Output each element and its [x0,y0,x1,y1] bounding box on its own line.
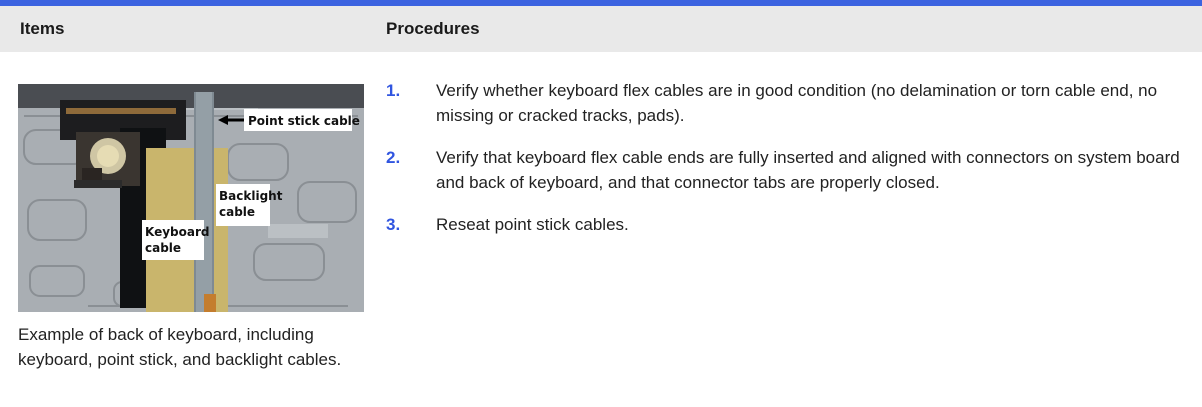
procedures-column-header: Procedures [386,19,480,38]
keyboard-back-photo: Point stick cable Backlight cable Keyboa… [18,84,364,312]
step-text: Verify that keyboard flex cable ends are… [436,148,1180,192]
image-caption: Example of back of keyboard, including k… [18,325,342,369]
procedure-step: 3. Reseat point stick cables. [386,212,1192,237]
point-stick-cable-label: Point stick cable [248,114,360,128]
procedure-step: 2. Verify that keyboard flex cable ends … [386,145,1192,195]
procedure-steps-list: 1. Verify whether keyboard flex cables a… [386,78,1192,254]
table-header-row: Items Procedures [0,6,1202,52]
keyboard-cable-label-line1: Keyboard [145,225,210,239]
items-column-header: Items [20,19,65,38]
step-text: Reseat point stick cables. [436,215,629,234]
step-number: 1. [386,81,401,100]
step-number: 2. [386,148,401,167]
step-text: Verify whether keyboard flex cables are … [436,81,1158,125]
backlight-cable-label-line1: Backlight [219,189,283,203]
keyboard-cable-label-line2: cable [145,241,181,255]
procedure-step: 1. Verify whether keyboard flex cables a… [386,78,1192,128]
step-number: 3. [386,215,401,234]
backlight-cable-label-line2: cable [219,205,255,219]
